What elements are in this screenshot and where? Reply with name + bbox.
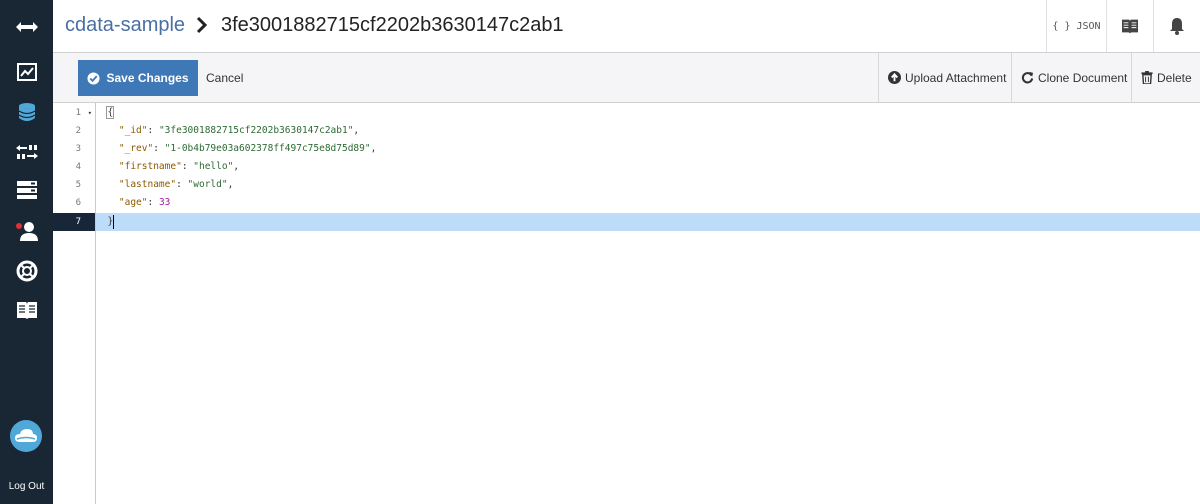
json-key: "age" xyxy=(118,197,148,208)
json-view-label: { } JSON xyxy=(1052,20,1101,32)
upload-attachment-button[interactable]: Upload Attachment xyxy=(878,53,1011,102)
support-lifebuoy-icon[interactable] xyxy=(0,252,53,290)
breadcrumb-document-id: 3fe3001882715cf2202b3630147c2ab1 xyxy=(221,14,564,36)
logout-link[interactable]: Log Out xyxy=(0,481,53,492)
database-icon[interactable] xyxy=(0,93,53,131)
json-editor[interactable]: 1 ▾ 2 3 4 5 6 7 { "_id": "3fe3001882715cf… xyxy=(53,103,1200,504)
line-number: 1 ▾ xyxy=(53,104,95,122)
text-cursor xyxy=(113,214,115,229)
json-value: "3fe3001882715cf2202b3630147c2ab1" xyxy=(158,125,354,136)
document-toolbar: Save Changes Cancel Upload Attachment Cl… xyxy=(53,53,1200,103)
code-line[interactable]: "_rev": "1-0b4b79e03a602378ff497c75e8d75… xyxy=(96,140,1200,158)
upload-attachment-label: Upload Attachment xyxy=(905,70,1007,85)
save-changes-button[interactable]: Save Changes xyxy=(78,60,198,96)
upload-arrow-icon xyxy=(888,71,901,84)
sidebar: Log Out xyxy=(0,0,53,504)
page-header: cdata-sample 3fe3001882715cf2202b3630147… xyxy=(53,0,1200,53)
cancel-button[interactable]: Cancel xyxy=(206,71,243,85)
line-number: 6 xyxy=(75,198,81,208)
json-view-button[interactable]: { } JSON xyxy=(1046,0,1106,52)
breadcrumb-database[interactable]: cdata-sample xyxy=(65,14,185,37)
delete-label: Delete xyxy=(1157,70,1192,85)
book-icon[interactable] xyxy=(1106,0,1153,52)
code-line[interactable]: "firstname": "hello", xyxy=(96,158,1200,176)
line-number: 2 xyxy=(75,126,81,136)
line-number: 3 xyxy=(75,144,81,154)
line-number: 5 xyxy=(75,180,81,190)
replication-icon[interactable] xyxy=(0,133,53,171)
code-line[interactable]: "age": 33 xyxy=(96,194,1200,212)
json-number-value: 33 xyxy=(158,197,171,208)
server-icon[interactable] xyxy=(0,171,53,209)
account-cloud-icon[interactable] xyxy=(10,420,42,452)
code-line[interactable]: { xyxy=(96,104,1200,122)
refresh-icon xyxy=(1021,71,1034,84)
bell-icon[interactable] xyxy=(1153,0,1200,52)
trash-icon xyxy=(1141,71,1153,84)
check-circle-icon xyxy=(87,71,101,85)
save-changes-label: Save Changes xyxy=(106,71,189,85)
json-value: "hello" xyxy=(193,161,234,172)
documentation-book-icon[interactable] xyxy=(0,291,53,329)
expand-arrows-icon[interactable] xyxy=(0,8,53,46)
code-line-active[interactable]: } xyxy=(96,213,1200,231)
delete-button[interactable]: Delete xyxy=(1131,53,1200,102)
clone-document-button[interactable]: Clone Document xyxy=(1011,53,1131,102)
json-key: "lastname" xyxy=(118,179,177,190)
line-number: 4 xyxy=(75,162,81,172)
line-number-active: 7 xyxy=(53,213,95,231)
json-value: "world" xyxy=(187,179,228,190)
code-line[interactable]: "lastname": "world", xyxy=(96,176,1200,194)
code-line[interactable]: "_id": "3fe3001882715cf2202b3630147c2ab1… xyxy=(96,122,1200,140)
open-brace: { xyxy=(106,106,115,119)
json-key: "_rev" xyxy=(118,143,154,154)
clone-document-label: Clone Document xyxy=(1038,70,1128,85)
line-number-gutter: 1 ▾ 2 3 4 5 6 7 xyxy=(53,103,96,504)
json-key: "firstname" xyxy=(118,161,182,172)
chevron-right-icon xyxy=(195,14,209,41)
json-value: "1-0b4b79e03a602378ff497c75e8d75d89" xyxy=(164,143,371,154)
activity-chart-icon[interactable] xyxy=(0,53,53,91)
fold-arrow-icon[interactable]: ▾ xyxy=(88,104,92,122)
user-notification-icon[interactable] xyxy=(0,212,53,250)
json-key: "_id" xyxy=(118,125,148,136)
